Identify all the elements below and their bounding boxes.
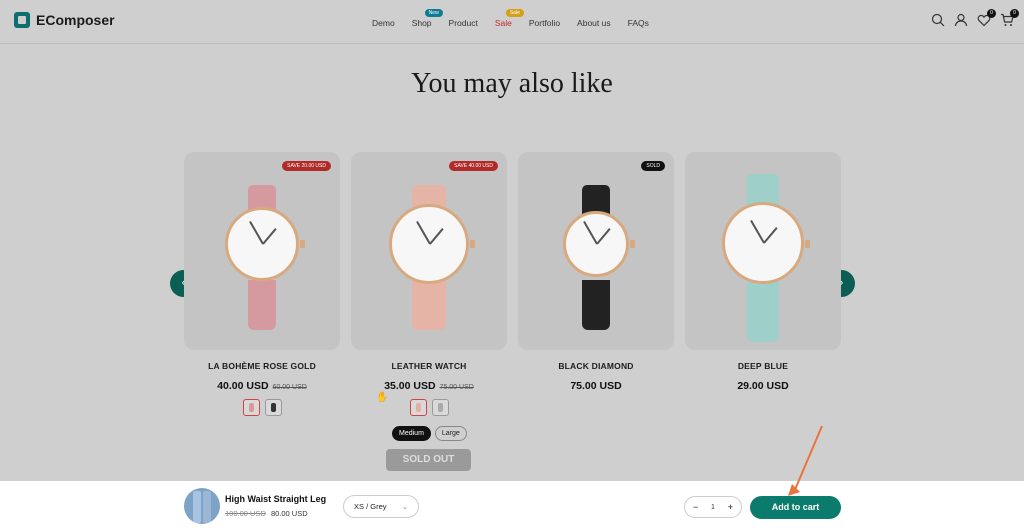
watch-face <box>389 204 469 284</box>
search-icon[interactable] <box>931 13 945 27</box>
sold-badge: SOLD <box>641 161 665 171</box>
nav-label: Demo <box>372 18 395 28</box>
product-name[interactable]: BLACK DIAMOND <box>518 361 674 371</box>
nav-faqs[interactable]: FAQs <box>628 18 649 28</box>
nav-label: FAQs <box>627 18 649 28</box>
watch-face <box>563 211 629 277</box>
size-options: Medium Large <box>392 426 467 441</box>
product-price: 75.00 USD <box>518 380 674 392</box>
product-image[interactable]: SOLD <box>518 152 674 350</box>
watch-face <box>225 207 299 281</box>
compare-price: 75.00 USD <box>439 384 474 391</box>
product-price: 29.00 USD <box>685 380 841 392</box>
product-name[interactable]: LA BOHÈME ROSE GOLD <box>184 361 340 371</box>
product-card[interactable]: SAVE 20.00 USD LA BOHÈME ROSE GOLD 40.00… <box>184 152 340 416</box>
wishlist-icon[interactable]: 0 <box>977 9 996 27</box>
sale-badge: Sale <box>505 9 524 17</box>
sold-out-button[interactable]: SOLD OUT <box>386 449 471 471</box>
sticky-product-title: High Waist Straight Leg <box>225 494 327 504</box>
color-swatches <box>351 399 507 416</box>
price: 29.00 USD <box>737 380 789 392</box>
nav-shop[interactable]: New Shop <box>411 9 443 28</box>
quantity-value[interactable]: 1 <box>711 504 715 511</box>
nav-label: Shop <box>411 18 432 28</box>
price: 75.00 USD <box>570 380 622 392</box>
cart-count: 0 <box>1010 9 1019 18</box>
product-card[interactable]: SAVE 40.00 USD LEATHER WATCH 35.00 USD 75… <box>351 152 507 416</box>
product-thumbnail <box>184 488 220 524</box>
watch-crown <box>470 240 475 248</box>
section-title: You may also like <box>411 68 613 99</box>
save-badge: SAVE 40.00 USD <box>449 161 498 171</box>
logo[interactable]: EComposer <box>14 12 115 28</box>
cart-icon[interactable]: 0 <box>1000 9 1019 27</box>
sticky-add-to-cart-bar: High Waist Straight Leg 100.00 USD 80.00… <box>0 481 1024 531</box>
color-swatches <box>184 399 340 416</box>
size-large[interactable]: Large <box>434 426 467 441</box>
nav-sale[interactable]: Sale Sale <box>494 9 524 28</box>
nav-label: About us <box>577 18 611 28</box>
product-card[interactable]: SOLD BLACK DIAMOND 75.00 USD <box>518 152 674 392</box>
plus-button[interactable]: + <box>728 502 733 512</box>
swatch-grey[interactable] <box>431 399 449 416</box>
wishlist-count: 0 <box>987 9 996 18</box>
save-badge: SAVE 20.00 USD <box>282 161 331 171</box>
account-icon[interactable] <box>954 13 968 27</box>
nav-demo[interactable]: Demo <box>372 18 395 28</box>
nav-label: Product <box>448 18 478 28</box>
swatch-peach[interactable] <box>409 399 427 416</box>
watch-strap <box>582 280 610 330</box>
logo-text: EComposer <box>36 12 115 28</box>
price: 35.00 USD <box>384 380 436 392</box>
new-badge: New <box>424 9 443 17</box>
nav-product[interactable]: Product <box>449 18 478 28</box>
size-medium[interactable]: Medium <box>392 426 431 441</box>
watch-crown <box>300 240 305 248</box>
product-price: 40.00 USD 60.00 USD <box>184 380 340 392</box>
header-icons: 0 0 <box>931 9 1019 27</box>
nav-label: Portfolio <box>528 18 561 28</box>
swatch-black[interactable] <box>264 399 282 416</box>
nav-about[interactable]: About us <box>577 18 611 28</box>
nav-portfolio[interactable]: Portfolio <box>529 18 560 28</box>
hand-cursor-icon: ✋ <box>376 392 389 403</box>
watch-face <box>722 202 804 284</box>
logo-icon <box>14 12 30 28</box>
chevron-down-icon: ⌄ <box>402 503 408 511</box>
variant-select[interactable]: XS / Grey ⌄ <box>343 495 419 518</box>
sticky-product-price: 100.00 USD 80.00 USD <box>225 509 308 518</box>
watch-strap <box>747 280 779 342</box>
product-image[interactable]: SAVE 40.00 USD <box>351 152 507 350</box>
watch-crown <box>805 240 810 248</box>
nav-label: Sale <box>494 18 512 28</box>
product-image[interactable] <box>685 152 841 350</box>
site-header: EComposer Demo New Shop Product Sale Sal… <box>0 0 1024 44</box>
minus-button[interactable]: − <box>693 502 698 512</box>
watch-strap <box>248 280 276 330</box>
watch-strap <box>412 280 446 330</box>
quantity-stepper[interactable]: − 1 + <box>684 496 742 518</box>
product-card[interactable]: DEEP BLUE 29.00 USD <box>685 152 841 392</box>
compare-price: 60.00 USD <box>272 384 307 391</box>
product-name[interactable]: LEATHER WATCH <box>351 361 507 371</box>
page: EComposer Demo New Shop Product Sale Sal… <box>0 0 1024 531</box>
product-price: 35.00 USD 75.00 USD <box>351 380 507 392</box>
watch-crown <box>630 240 635 248</box>
price: 80.00 USD <box>270 509 308 518</box>
main-nav: Demo New Shop Product Sale Sale Portfoli… <box>372 9 666 28</box>
compare-price: 100.00 USD <box>225 509 266 518</box>
price: 40.00 USD <box>217 380 269 392</box>
swatch-pink[interactable] <box>242 399 260 416</box>
product-name[interactable]: DEEP BLUE <box>685 361 841 371</box>
product-image[interactable]: SAVE 20.00 USD <box>184 152 340 350</box>
annotation-arrow-icon <box>788 425 823 496</box>
variant-value: XS / Grey <box>354 502 387 511</box>
